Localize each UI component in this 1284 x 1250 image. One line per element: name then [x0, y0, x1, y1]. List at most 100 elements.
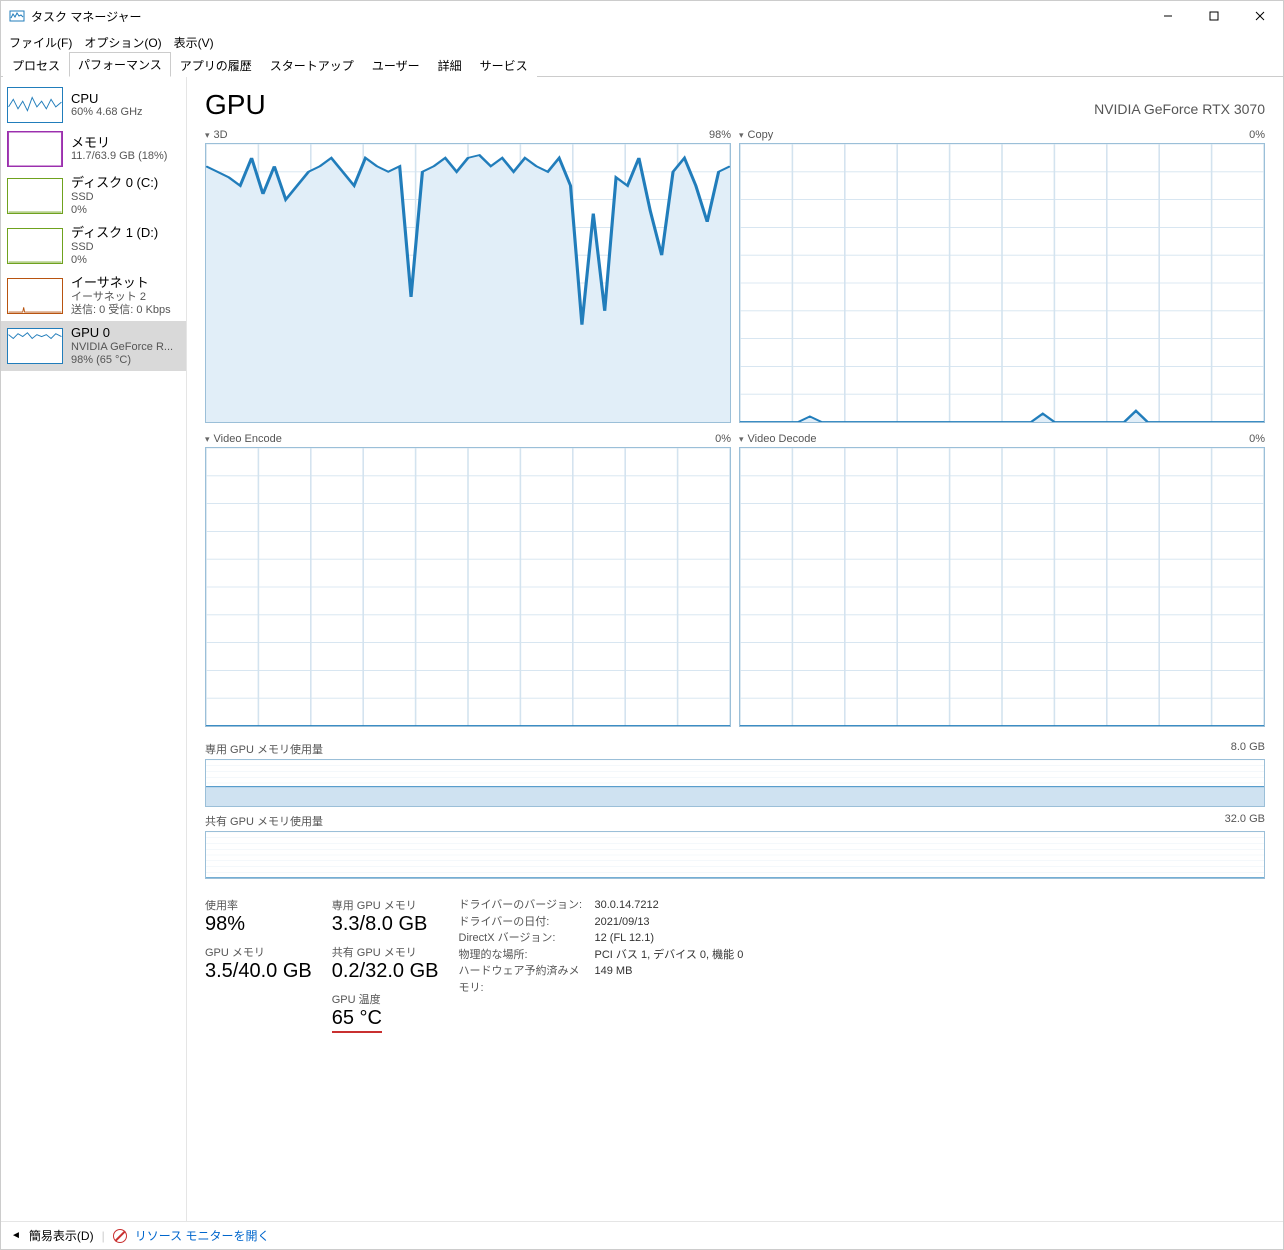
sidebar-item-name: ディスク 1 (D:): [71, 225, 158, 241]
menu-options[interactable]: オプション(O): [84, 34, 161, 51]
mem-chart-label: 共有 GPU メモリ使用量: [205, 813, 323, 829]
detail-row: 物理的な場所: PCI バス 1, デバイス 0, 機能 0: [459, 947, 744, 964]
tab-5[interactable]: 詳細: [429, 53, 471, 77]
sidebar-item-sub2: 98% (65 °C): [71, 354, 173, 367]
detail-row: ハードウェア予約済みメモリ:149 MB: [459, 963, 744, 996]
sidebar-item-sub2: 0%: [71, 254, 158, 267]
detail-key: 物理的な場所:: [459, 947, 589, 964]
sidebar-item-sub2: 送信: 0 受信: 0 Kbps: [71, 304, 171, 317]
sidebar-item-mem[interactable]: メモリ11.7/63.9 GB (18%): [1, 127, 186, 171]
app-icon: [9, 8, 25, 24]
main-pane: GPU NVIDIA GeForce RTX 3070 ▾3D 98% ▾Copy 0…: [187, 77, 1283, 1221]
stat-value: 0.2/32.0 GB: [332, 960, 439, 983]
tab-0[interactable]: プロセス: [3, 53, 69, 77]
stat-label: 共有 GPU メモリ: [332, 944, 439, 960]
stat-label: 専用 GPU メモリ: [332, 897, 439, 913]
sidebar-thumb: [7, 328, 63, 364]
stats-section: 使用率98% GPU メモリ3.5/40.0 GB 専用 GPU メモリ3.3/8…: [205, 897, 1265, 1033]
mem-chart-0: 専用 GPU メモリ使用量 8.0 GB: [205, 739, 1265, 807]
sidebar-item-sub1: SSD: [71, 241, 158, 254]
window-title: タスク マネージャー: [31, 8, 142, 25]
mem-chart-box[interactable]: [205, 759, 1265, 807]
stat-block: 専用 GPU メモリ3.3/8.0 GB: [332, 897, 439, 936]
mem-chart-label: 専用 GPU メモリ使用量: [205, 741, 323, 757]
tab-4[interactable]: ユーザー: [363, 53, 429, 77]
sidebar-item-disk[interactable]: ディスク 1 (D:)SSD0%: [1, 221, 186, 271]
separator: |: [102, 1229, 105, 1243]
gpu-model: NVIDIA GeForce RTX 3070: [1094, 101, 1265, 117]
maximize-button[interactable]: [1191, 1, 1237, 31]
chart-cell-copy: ▾Copy 0%: [739, 127, 1265, 423]
menu-view[interactable]: 表示(V): [174, 34, 214, 51]
minimize-button[interactable]: [1145, 1, 1191, 31]
detail-key: ドライバーの日付:: [459, 914, 589, 931]
sidebar-item-sub2: 0%: [71, 204, 158, 217]
mem-chart-box[interactable]: [205, 831, 1265, 879]
chart-max-label: 0%: [1249, 129, 1265, 141]
chart-label[interactable]: ▾Copy: [739, 129, 773, 141]
sidebar-item-eth[interactable]: イーサネットイーサネット 2送信: 0 受信: 0 Kbps: [1, 271, 186, 321]
tab-2[interactable]: アプリの履歴: [171, 53, 261, 77]
stat-block: 使用率98%: [205, 897, 312, 936]
stat-value: 98%: [205, 913, 312, 936]
sidebar-item-gpu[interactable]: GPU 0NVIDIA GeForce R...98% (65 °C): [1, 321, 186, 371]
detail-value: 149 MB: [595, 963, 633, 996]
chart-cell-video-encode: ▾Video Encode 0%: [205, 431, 731, 727]
tab-6[interactable]: サービス: [471, 53, 537, 77]
chart-label[interactable]: ▾3D: [205, 129, 228, 141]
chart-label[interactable]: ▾Video Encode: [205, 433, 282, 445]
stats-col-2: 専用 GPU メモリ3.3/8.0 GB 共有 GPU メモリ0.2/32.0 G…: [332, 897, 439, 1033]
chart-box[interactable]: [739, 447, 1265, 727]
menu-file[interactable]: ファイル(F): [9, 34, 72, 51]
sidebar-item-disk[interactable]: ディスク 0 (C:)SSD0%: [1, 171, 186, 221]
stat-label: GPU メモリ: [205, 944, 312, 960]
stat-block: 共有 GPU メモリ0.2/32.0 GB: [332, 944, 439, 983]
mem-chart-1: 共有 GPU メモリ使用量32.0 GB: [205, 811, 1265, 879]
close-button[interactable]: [1237, 1, 1283, 31]
sidebar-item-name: ディスク 0 (C:): [71, 175, 158, 191]
resource-monitor-link[interactable]: リソース モニターを開く: [135, 1227, 270, 1244]
stat-value: 65 °C: [332, 1007, 382, 1033]
detail-value: 12 (FL 12.1): [595, 930, 655, 947]
detail-key: ハードウェア予約済みメモリ:: [459, 963, 589, 996]
stat-value: 3.5/40.0 GB: [205, 960, 312, 983]
tabbar: プロセスパフォーマンスアプリの履歴スタートアップユーザー詳細サービス: [1, 53, 1283, 77]
detail-row: DirectX バージョン:12 (FL 12.1): [459, 930, 744, 947]
chart-max-label: 0%: [1249, 433, 1265, 445]
chart-box[interactable]: [739, 143, 1265, 423]
stats-col-1: 使用率98% GPU メモリ3.5/40.0 GB: [205, 897, 312, 1033]
fewer-details-button[interactable]: 簡易表示(D): [29, 1227, 94, 1244]
tab-3[interactable]: スタートアップ: [261, 53, 363, 77]
detail-value: 2021/09/13: [595, 914, 650, 931]
stat-block: GPU メモリ3.5/40.0 GB: [205, 944, 312, 983]
sidebar-item-name: CPU: [71, 91, 143, 107]
chart-max-label: 98%: [709, 129, 731, 141]
collapse-icon[interactable]: ◄: [11, 1230, 21, 1241]
stat-label: 使用率: [205, 897, 312, 913]
chart-box[interactable]: [205, 447, 731, 727]
menubar: ファイル(F) オプション(O) 表示(V): [1, 31, 1283, 53]
mem-chart-max: 8.0 GB: [1231, 741, 1265, 757]
chart-box[interactable]: [205, 143, 731, 423]
page-title: GPU: [205, 89, 266, 121]
sidebar-item-sub1: NVIDIA GeForce R...: [71, 341, 173, 354]
detail-value: 30.0.14.7212: [595, 897, 659, 914]
stat-label: GPU 温度: [332, 991, 439, 1007]
chart-label[interactable]: ▾Video Decode: [739, 433, 816, 445]
memory-charts: 専用 GPU メモリ使用量 8.0 GB 共有 GPU メモリ使用量32.0 GB: [205, 735, 1265, 879]
sidebar-item-name: メモリ: [71, 135, 167, 151]
resource-monitor-icon: [113, 1229, 127, 1243]
sidebar-item-cpu[interactable]: CPU60% 4.68 GHz: [1, 83, 186, 127]
detail-value: PCI バス 1, デバイス 0, 機能 0: [595, 947, 744, 964]
tab-1[interactable]: パフォーマンス: [69, 52, 171, 77]
stat-value: 3.3/8.0 GB: [332, 913, 439, 936]
chart-max-label: 0%: [715, 433, 731, 445]
sidebar-thumb: [7, 178, 63, 214]
details-table: ドライバーのバージョン: 30.0.14.7212 ドライバーの日付: 2021/09…: [459, 897, 744, 1033]
charts-grid: ▾3D98%▾Copy0%▾Video Encode0%▾Video Decod…: [205, 127, 1265, 727]
sidebar-thumb: [7, 278, 63, 314]
chart-cell-video-decode: ▾Video Decode 0%: [739, 431, 1265, 727]
sidebar-item-sub1: SSD: [71, 191, 158, 204]
detail-key: ドライバーのバージョン:: [459, 897, 589, 914]
titlebar: タスク マネージャー: [1, 1, 1283, 31]
